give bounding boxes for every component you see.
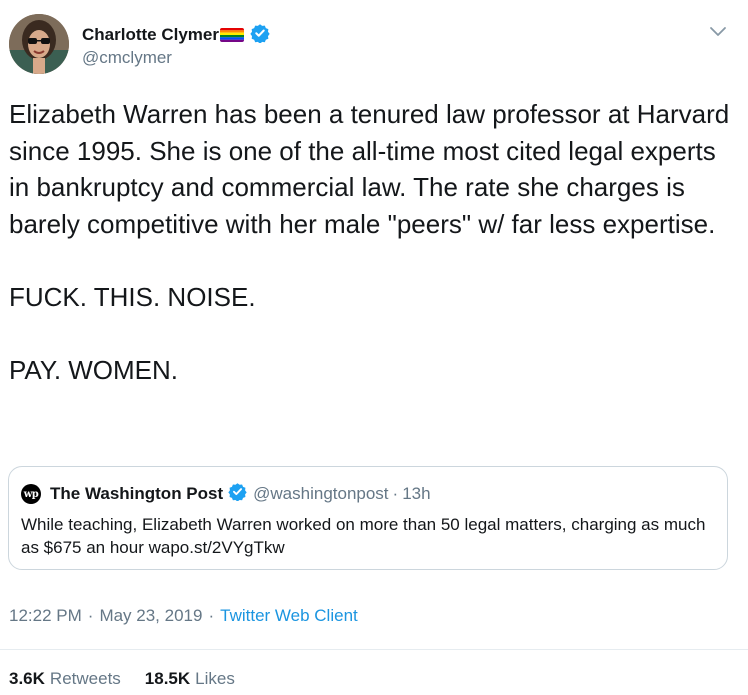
verified-badge-icon — [250, 23, 270, 48]
tweet-date[interactable]: May 23, 2019 — [99, 606, 202, 626]
author-name-row[interactable]: Charlotte Clymer — [82, 23, 270, 47]
verified-badge-icon — [228, 482, 247, 506]
tweet-source-link[interactable]: Twitter Web Client — [220, 606, 358, 626]
washington-post-logo: wp — [21, 484, 41, 504]
rainbow-flag-icon — [219, 28, 244, 42]
retweets-label: Retweets — [49, 669, 121, 688]
quoted-tweet-card[interactable]: wp The Washington Post @washingtonpost ·… — [8, 466, 728, 570]
tweet-paragraph: FUCK. THIS. NOISE. — [9, 281, 256, 312]
user-avatar[interactable] — [9, 14, 69, 74]
separator-dot: · — [208, 606, 215, 625]
tweet-time[interactable]: 12:22 PM — [9, 606, 82, 626]
separator-dot: · — [87, 606, 94, 625]
quoted-author-handle: @washingtonpost — [253, 484, 389, 503]
tweet-meta: 12:22 PM · May 23, 2019 · Twitter Web Cl… — [9, 605, 358, 627]
quoted-tweet-text: While teaching, Elizabeth Warren worked … — [21, 515, 706, 557]
separator-dot: · — [392, 484, 399, 503]
quoted-author-name: The Washington Post — [50, 484, 224, 503]
likes-count: 18.5K — [144, 669, 191, 688]
divider — [0, 649, 748, 650]
tweet-paragraph: Elizabeth Warren has been a tenured law … — [9, 99, 730, 239]
chevron-down-icon[interactable] — [708, 24, 728, 45]
retweets-stat[interactable]: 3.6K Retweets — [9, 669, 121, 689]
retweets-count: 3.6K — [9, 669, 45, 688]
tweet-paragraph: PAY. WOMEN. — [9, 354, 179, 385]
quoted-tweet-header: wp The Washington Post @washingtonpost ·… — [21, 483, 431, 505]
tweet-text: Elizabeth Warren has been a tenured law … — [9, 96, 739, 388]
tweet-stats: 3.6K Retweets 18.5K Likes — [9, 668, 235, 690]
logo-text: wp — [23, 488, 39, 500]
author-display-name[interactable]: Charlotte Clymer — [82, 25, 219, 45]
likes-stat[interactable]: 18.5K Likes — [145, 669, 235, 689]
quoted-tweet-time: 13h — [402, 484, 431, 503]
author-handle[interactable]: @cmclymer — [82, 48, 172, 68]
likes-label: Likes — [195, 669, 235, 688]
